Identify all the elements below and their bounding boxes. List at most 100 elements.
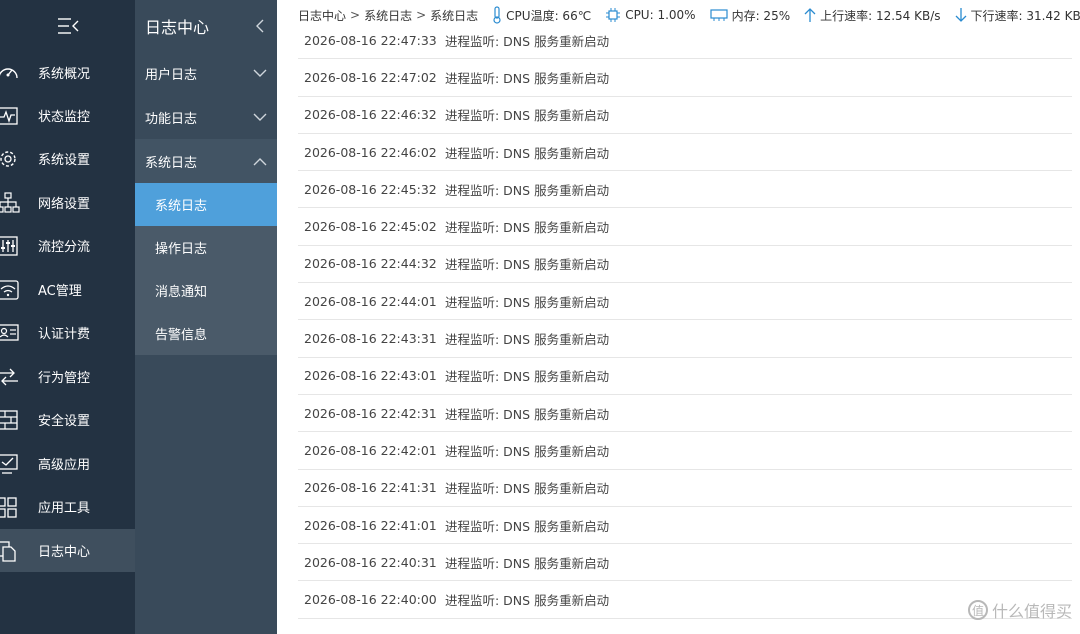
sidebar-item-label: 状态监控 bbox=[38, 110, 91, 125]
log-row: 2026-08-16 22:42:31 进程监听: DNS 服务重新启动 bbox=[298, 395, 1072, 433]
log-row: 2026-08-16 22:41:01 进程监听: DNS 服务重新启动 bbox=[298, 507, 1072, 545]
log-row: 2026-08-16 22:45:32 进程监听: DNS 服务重新启动 bbox=[298, 171, 1072, 209]
primary-sidebar: 系统概况 状态监控 系统设置 网络设置 流控分流 AC管理 认证计费 行为管控 … bbox=[0, 0, 135, 634]
log-time: 2026-08-16 22:43:01 bbox=[304, 368, 437, 384]
documents-icon bbox=[0, 540, 20, 562]
log-row: 2026-08-16 22:46:02 进程监听: DNS 服务重新启动 bbox=[298, 134, 1072, 172]
cpu-temp-value: CPU温度: 66℃ bbox=[506, 8, 592, 23]
check-screen-icon bbox=[0, 453, 20, 475]
sidebar-item-label: 系统概况 bbox=[38, 67, 91, 82]
log-time: 2026-08-16 22:44:01 bbox=[304, 293, 437, 309]
log-time: 2026-08-16 22:43:31 bbox=[304, 331, 437, 347]
log-message: 进程监听: DNS 服务重新启动 bbox=[445, 481, 610, 497]
upload-stat: 上行速率: 12.54 KB/s bbox=[804, 7, 941, 24]
arrow-up-icon bbox=[804, 8, 816, 22]
log-message: 进程监听: DNS 服务重新启动 bbox=[445, 294, 610, 310]
subnav-group-system-logs[interactable]: 系统日志 bbox=[135, 139, 277, 183]
dashboard-icon bbox=[0, 62, 20, 84]
log-message: 进程监听: DNS 服务重新启动 bbox=[445, 593, 610, 609]
cpu-stat: CPU: 1.00% bbox=[605, 7, 696, 23]
gear-icon bbox=[0, 148, 20, 170]
subnav-item-system-log[interactable]: 系统日志 bbox=[135, 183, 277, 226]
watermark: 值 什么值得买 bbox=[967, 598, 1072, 622]
sidebar-item-label: 高级应用 bbox=[38, 458, 91, 473]
log-message: 进程监听: DNS 服务重新启动 bbox=[445, 33, 610, 49]
log-message: 进程监听: DNS 服务重新启动 bbox=[445, 145, 610, 161]
log-row: 2026-08-16 22:46:32 进程监听: DNS 服务重新启动 bbox=[298, 97, 1072, 134]
chevron-down-icon bbox=[253, 69, 267, 77]
pulse-icon bbox=[0, 105, 20, 127]
log-row: 2026-08-16 22:44:32 进程监听: DNS 服务重新启动 bbox=[298, 246, 1072, 284]
log-row: 2026-08-16 22:47:02 进程监听: DNS 服务重新启动 bbox=[298, 59, 1072, 97]
sidebar-item-network-settings[interactable]: 网络设置 bbox=[0, 181, 135, 224]
sliders-icon bbox=[0, 235, 20, 257]
subnav-title: 日志中心 bbox=[145, 17, 210, 37]
menu-collapse-icon bbox=[57, 17, 78, 34]
sidebar-item-ac-management[interactable]: AC管理 bbox=[0, 268, 135, 311]
firewall-icon bbox=[0, 409, 20, 431]
subnav-item-notifications[interactable]: 消息通知 bbox=[135, 269, 277, 312]
breadcrumb-separator: > bbox=[350, 8, 361, 22]
subnav-item-label: 消息通知 bbox=[155, 285, 208, 300]
upload-value: 上行速率: 12.54 KB/s bbox=[820, 8, 941, 23]
log-row: 2026-08-16 22:47:33 进程监听: DNS 服务重新启动 bbox=[298, 22, 1072, 60]
subnav-group-function-logs[interactable]: 功能日志 bbox=[135, 95, 277, 139]
memory-value: 内存: 25% bbox=[731, 8, 791, 23]
chevron-up-icon bbox=[253, 157, 267, 165]
download-stat: 下行速率: 31.42 KB/s bbox=[955, 7, 1080, 24]
sidebar-item-log-center[interactable]: 日志中心 bbox=[0, 529, 135, 572]
subnav-group-label: 用户日志 bbox=[145, 67, 198, 83]
sidebar-item-traffic-control[interactable]: 流控分流 bbox=[0, 224, 135, 267]
subnav-item-operation-log[interactable]: 操作日志 bbox=[135, 226, 277, 269]
log-message: 进程监听: DNS 服务重新启动 bbox=[445, 406, 610, 422]
log-row: 2026-08-16 22:44:01 进程监听: DNS 服务重新启动 bbox=[298, 283, 1072, 321]
breadcrumb-item[interactable]: 日志中心 bbox=[298, 7, 346, 24]
log-row: 2026-08-16 22:43:31 进程监听: DNS 服务重新启动 bbox=[298, 320, 1072, 358]
log-message: 进程监听: DNS 服务重新启动 bbox=[445, 70, 610, 86]
log-list: 2026-08-16 22:47:33 进程监听: DNS 服务重新启动 2026… bbox=[298, 22, 1072, 619]
log-row: 2026-08-16 22:41:31 进程监听: DNS 服务重新启动 bbox=[298, 470, 1072, 507]
sidebar-item-label: AC管理 bbox=[38, 284, 82, 299]
sidebar-item-label: 安全设置 bbox=[38, 414, 91, 429]
subnav-item-alerts[interactable]: 告警信息 bbox=[135, 312, 277, 355]
network-icon bbox=[0, 192, 20, 214]
log-row: 2026-08-16 22:43:01 进程监听: DNS 服务重新启动 bbox=[298, 358, 1072, 395]
sidebar-item-security-settings[interactable]: 安全设置 bbox=[0, 398, 135, 441]
memory-icon bbox=[709, 9, 728, 21]
sidebar-item-system-settings[interactable]: 系统设置 bbox=[0, 137, 135, 180]
memory-stat: 内存: 25% bbox=[709, 7, 791, 24]
grid-icon bbox=[0, 496, 20, 518]
menu-collapse-toggle[interactable] bbox=[0, 0, 135, 51]
sidebar-item-auth-billing[interactable]: 认证计费 bbox=[0, 311, 135, 354]
arrow-down-icon bbox=[955, 8, 967, 22]
log-message: 进程监听: DNS 服务重新启动 bbox=[445, 257, 610, 273]
subnav-item-label: 告警信息 bbox=[155, 328, 208, 343]
subnav-group-user-logs[interactable]: 用户日志 bbox=[135, 51, 277, 95]
breadcrumb-separator: > bbox=[416, 8, 427, 22]
log-time: 2026-08-16 22:40:00 bbox=[304, 592, 437, 608]
arrows-icon bbox=[0, 366, 20, 388]
log-message: 进程监听: DNS 服务重新启动 bbox=[445, 369, 610, 385]
breadcrumb-item: 系统日志 bbox=[430, 8, 479, 23]
sidebar-item-status-monitor[interactable]: 状态监控 bbox=[0, 94, 135, 137]
subnav-group-label: 系统日志 bbox=[145, 155, 198, 171]
sidebar-item-system-overview[interactable]: 系统概况 bbox=[0, 51, 135, 94]
chevron-down-icon bbox=[253, 113, 267, 121]
log-message: 进程监听: DNS 服务重新启动 bbox=[445, 555, 610, 571]
log-time: 2026-08-16 22:45:02 bbox=[304, 219, 437, 235]
subnav-group-label: 功能日志 bbox=[145, 111, 198, 127]
log-message: 进程监听: DNS 服务重新启动 bbox=[445, 518, 610, 534]
sidebar-item-label: 应用工具 bbox=[38, 501, 91, 516]
sidebar-item-app-tools[interactable]: 应用工具 bbox=[0, 485, 135, 528]
sidebar-item-advanced-apps[interactable]: 高级应用 bbox=[0, 442, 135, 485]
breadcrumb-item[interactable]: 系统日志 bbox=[364, 7, 412, 24]
log-time: 2026-08-16 22:45:32 bbox=[304, 181, 437, 197]
log-time: 2026-08-16 22:42:01 bbox=[304, 442, 437, 458]
chevron-left-icon[interactable] bbox=[255, 19, 265, 33]
sidebar-item-behavior-control[interactable]: 行为管控 bbox=[0, 355, 135, 398]
cpu-value: CPU: 1.00% bbox=[625, 8, 696, 22]
sidebar-item-label: 网络设置 bbox=[38, 197, 91, 212]
log-message: 进程监听: DNS 服务重新启动 bbox=[445, 443, 610, 459]
sidebar-item-label: 日志中心 bbox=[38, 545, 91, 560]
breadcrumb: 日志中心 > 系统日志 > 系统日志 bbox=[298, 7, 478, 24]
